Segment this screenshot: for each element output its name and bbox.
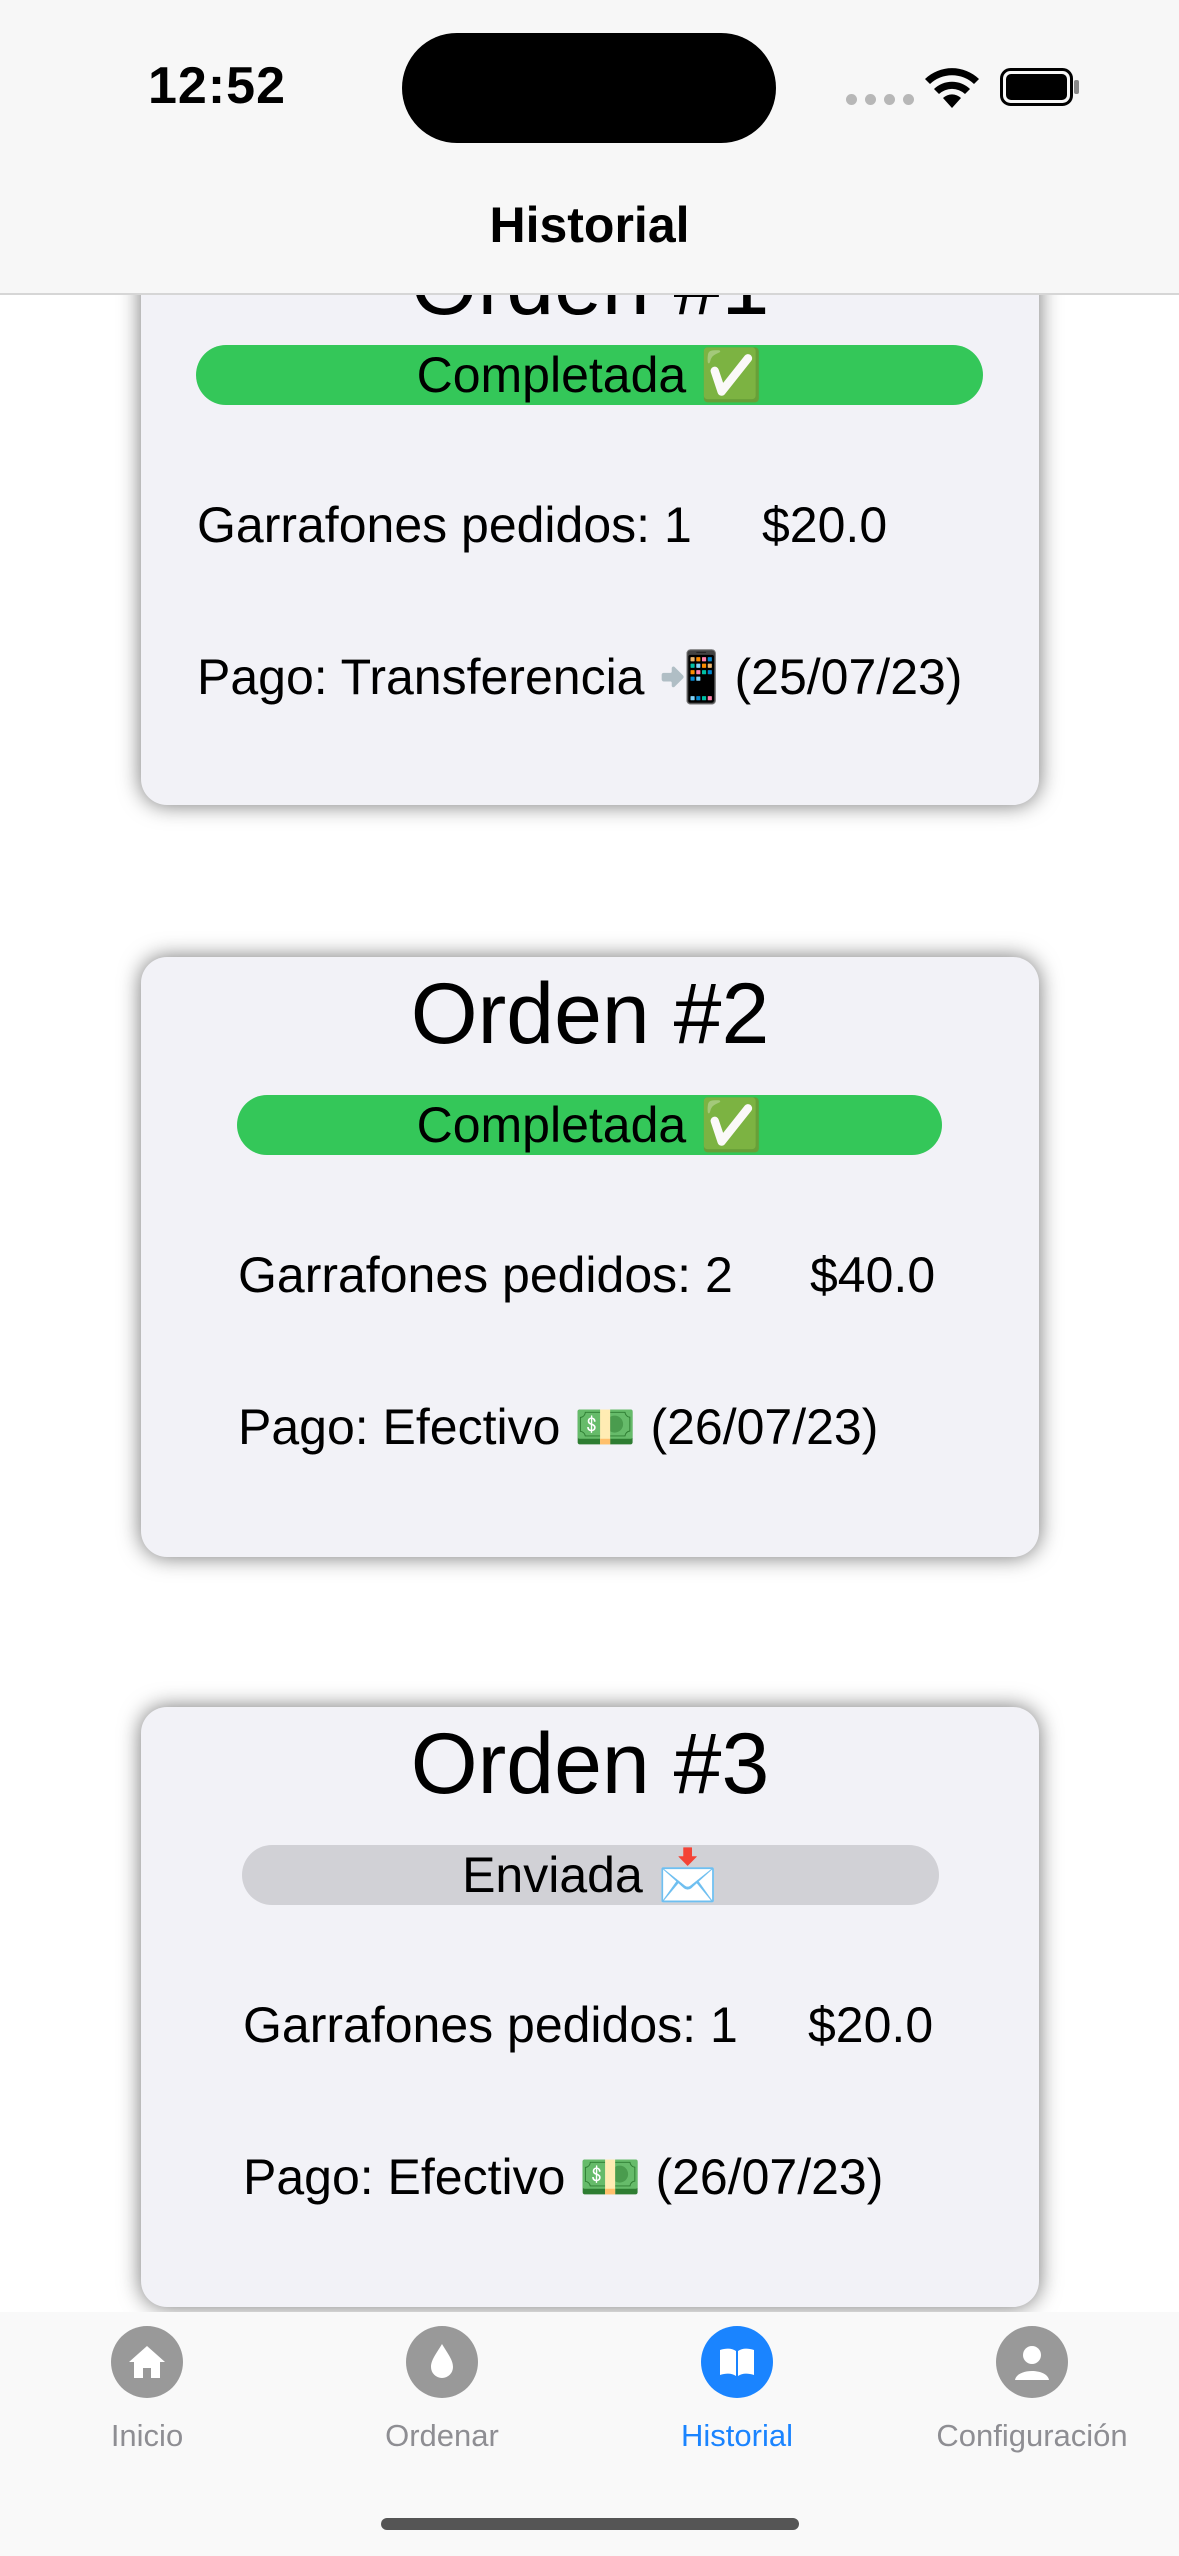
order-payment: Pago: Efectivo 💵 (26/07/23) [238, 1399, 879, 1455]
order-payment: Pago: Transferencia 📲 (25/07/23) [197, 649, 963, 705]
order-quantity: Garrafones pedidos: 1 [197, 497, 692, 553]
order-quantity: Garrafones pedidos: 2 [238, 1247, 733, 1303]
person-icon [996, 2326, 1068, 2398]
order-price: $20.0 [762, 497, 888, 553]
status-time: 12:52 [148, 57, 286, 115]
drop-icon [406, 2326, 478, 2398]
status-badge: Completada ✅ [237, 1095, 942, 1155]
order-payment: Pago: Efectivo 💵 (26/07/23) [243, 2149, 884, 2205]
tab-label: Ordenar [385, 2418, 499, 2453]
order-title: Orden #2 [410, 966, 770, 1062]
cellular-signal-icon [846, 94, 914, 105]
order-quantity: Garrafones pedidos: 1 [243, 1997, 738, 2053]
order-title: Orden #3 [410, 1716, 770, 1812]
wifi-icon [925, 68, 979, 108]
tab-label: Inicio [110, 2418, 184, 2453]
tab-label: Configuración [936, 2418, 1128, 2453]
tab-label: Historial [681, 2418, 793, 2453]
dynamic-island [402, 33, 776, 143]
status-badge: Completada ✅ [196, 345, 983, 405]
order-card: Orden #3 Enviada 📩 Garrafones pedidos: 1… [141, 1707, 1039, 2307]
status-badge: Enviada 📩 [242, 1845, 939, 1905]
order-card: Orden #2 Completada ✅ Garrafones pedidos… [141, 957, 1039, 1557]
house-icon [111, 2326, 183, 2398]
battery-icon [1000, 68, 1079, 106]
book-icon [701, 2326, 773, 2398]
order-price: $40.0 [810, 1247, 936, 1303]
page-title: Historial [489, 197, 690, 253]
home-indicator[interactable] [381, 2518, 799, 2530]
navigation-bar: 12:52 Historial [0, 0, 1179, 295]
order-price: $20.0 [808, 1997, 934, 2053]
